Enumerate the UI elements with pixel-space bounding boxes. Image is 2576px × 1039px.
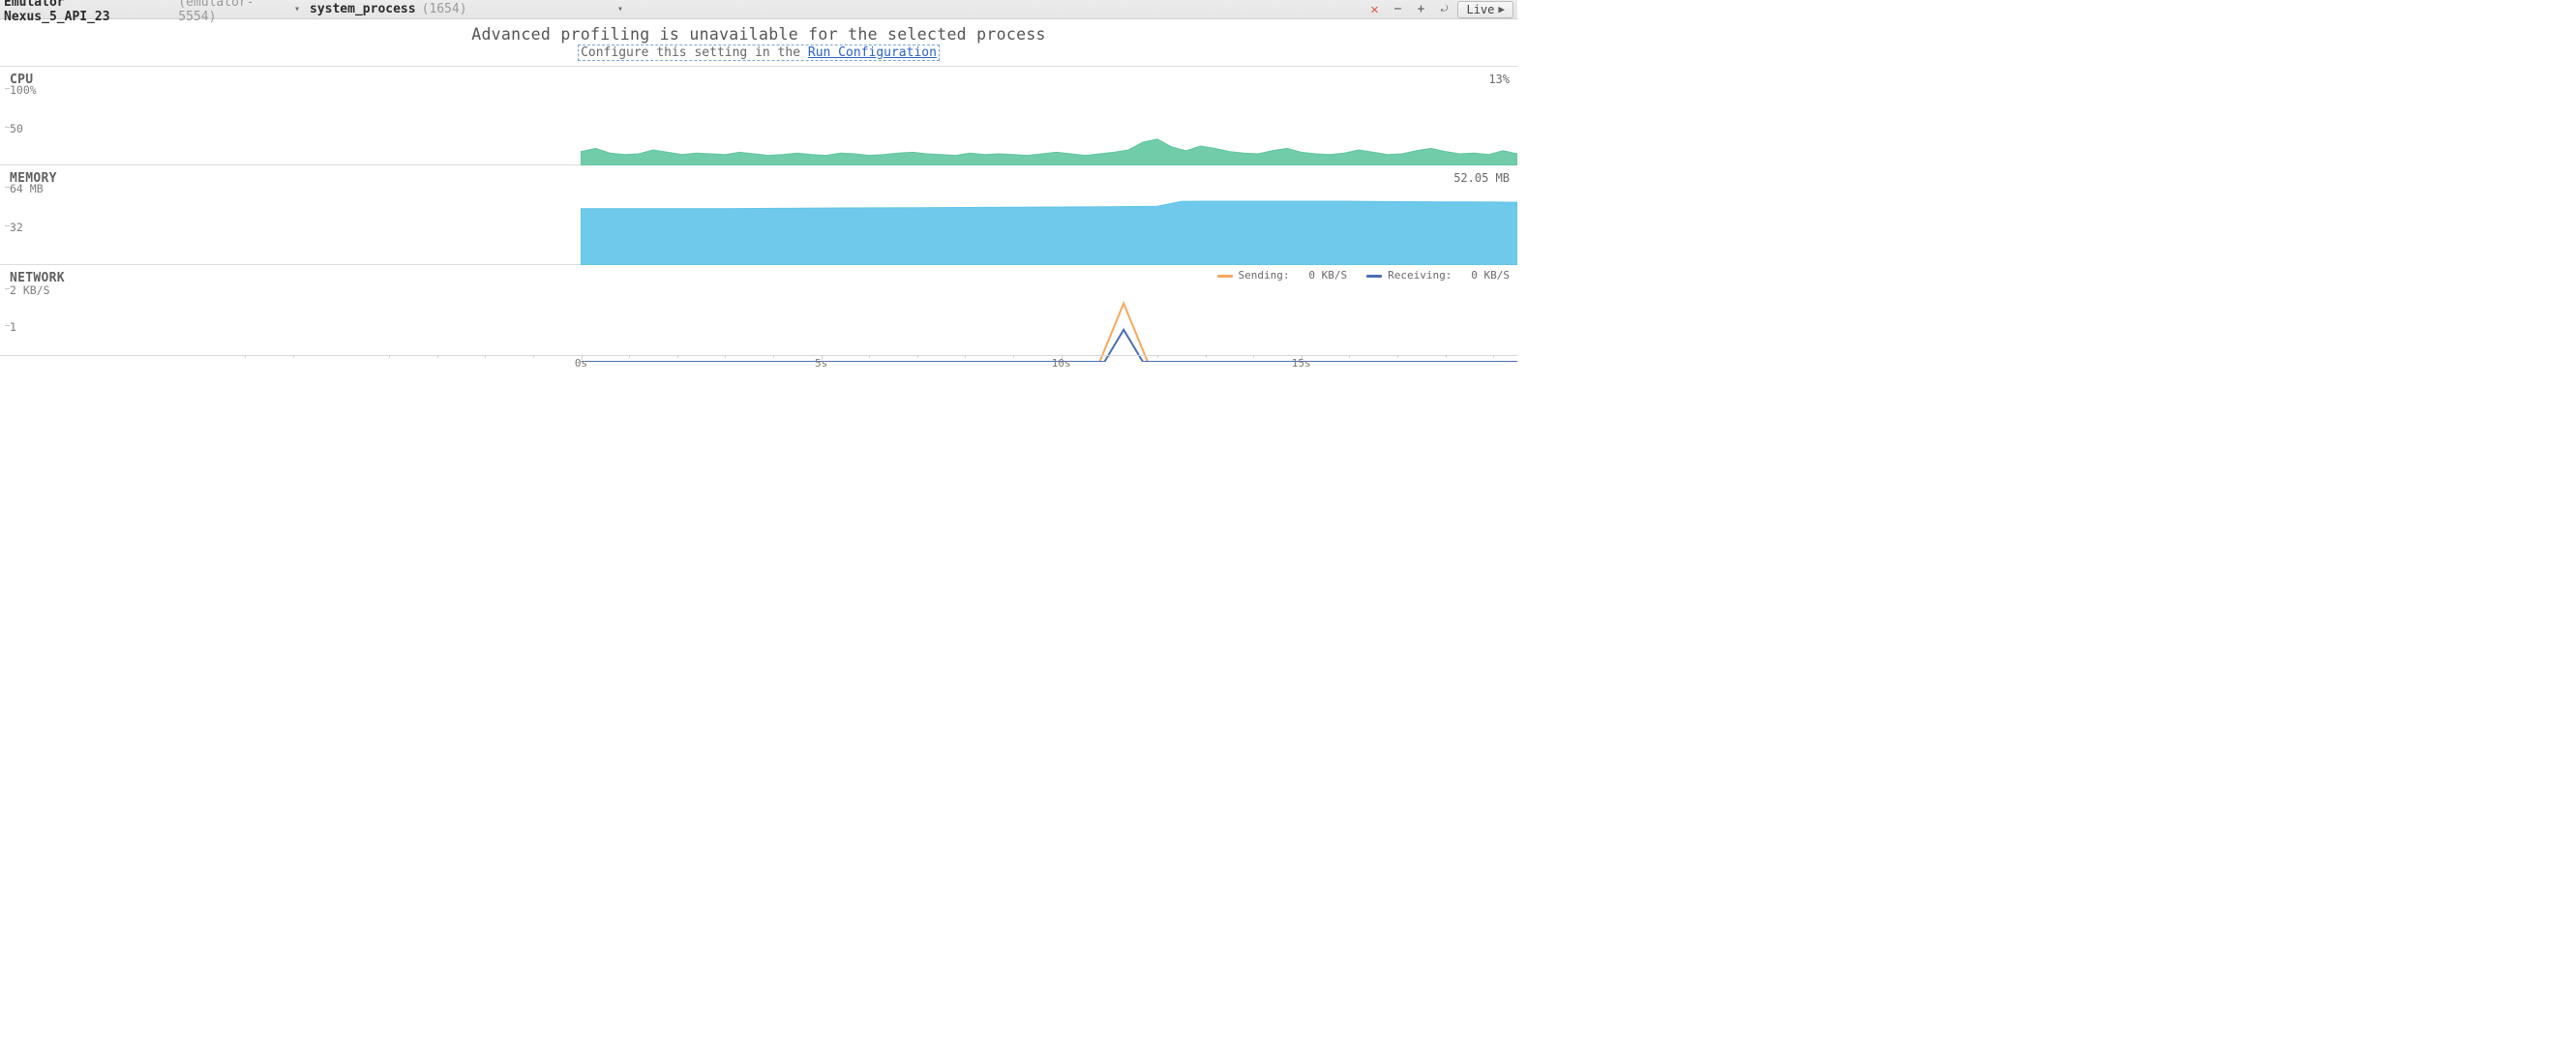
memory-panel[interactable]: MEMORY 52.05 MB 64 MB 32 bbox=[0, 165, 1517, 265]
minus-circle-icon: − bbox=[1394, 2, 1402, 16]
dropdown-arrow-icon: ▾ bbox=[294, 4, 300, 15]
zoom-reset-button[interactable]: ⤾ bbox=[1434, 1, 1453, 18]
network-chart bbox=[0, 265, 1517, 362]
advanced-profiling-banner: Advanced profiling is unavailable for th… bbox=[0, 19, 1517, 67]
device-name: Emulator Nexus_5_API_23 bbox=[4, 0, 172, 24]
profiler-toolbar: Emulator Nexus_5_API_23 (emulator-5554) … bbox=[0, 0, 1517, 19]
time-axis-label: 15s bbox=[1292, 357, 1311, 370]
live-button-label: Live bbox=[1466, 3, 1494, 16]
zoom-out-button[interactable]: − bbox=[1388, 1, 1407, 18]
process-selector[interactable]: system_process (1654) ▾ bbox=[310, 0, 629, 18]
time-axis-label: 5s bbox=[815, 357, 827, 370]
device-selector[interactable]: Emulator Nexus_5_API_23 (emulator-5554) … bbox=[4, 0, 306, 18]
device-id: (emulator-5554) bbox=[178, 0, 288, 24]
live-button[interactable]: Live ▶ bbox=[1457, 1, 1513, 18]
reset-circle-icon: ⤾ bbox=[1441, 5, 1449, 15]
process-pid: (1654) bbox=[422, 2, 467, 16]
cpu-chart bbox=[0, 67, 1517, 165]
terminate-icon[interactable]: ✕ bbox=[1364, 1, 1384, 18]
time-axis-label: 10s bbox=[1052, 357, 1071, 370]
plus-circle-icon: + bbox=[1418, 2, 1425, 16]
run-configuration-link[interactable]: Run Configuration bbox=[808, 45, 937, 60]
dropdown-arrow-icon: ▾ bbox=[617, 4, 623, 15]
time-axis-label: 0s bbox=[575, 357, 587, 370]
time-axis: 0s 5s 10s 15s bbox=[0, 355, 1517, 371]
banner-main-text: Advanced profiling is unavailable for th… bbox=[0, 25, 1517, 44]
process-name: system_process bbox=[310, 2, 416, 16]
zoom-in-button[interactable]: + bbox=[1411, 1, 1430, 18]
go-to-live-icon: ▶ bbox=[1498, 3, 1505, 15]
memory-chart bbox=[0, 165, 1517, 265]
banner-sub-prefix: Configure this setting in the bbox=[581, 45, 808, 60]
cpu-panel[interactable]: CPU 13% 100% 50 bbox=[0, 67, 1517, 165]
network-panel[interactable]: NETWORK Sending: 0 KB/S Receiving: 0 KB/… bbox=[0, 265, 1517, 371]
